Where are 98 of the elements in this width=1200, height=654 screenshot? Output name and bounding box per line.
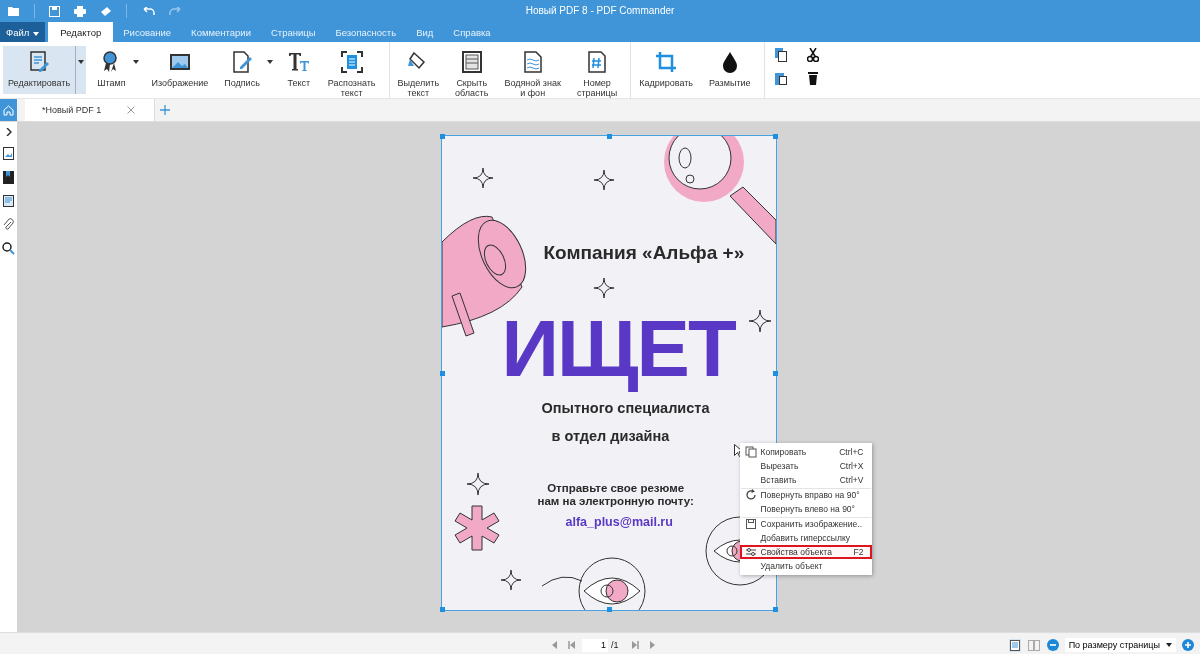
eye-drawing	[578, 557, 645, 610]
ribbon-button[interactable]: Подпись	[219, 46, 265, 94]
pen-document-icon	[230, 50, 255, 74]
zoom-dropdown[interactable]: По размеру страницы	[1064, 638, 1176, 652]
poster-heading: Компания «Альфа +»	[543, 242, 745, 264]
poster-subtitle: Опытного специалиста	[541, 400, 710, 416]
menu-item[interactable]: Добавить гиперссылку	[739, 531, 872, 545]
sparkle-icon	[593, 169, 614, 191]
shortcut-text: Ctrl+X	[839, 461, 864, 471]
ribbon-tab[interactable]: Редактор	[48, 22, 114, 42]
folder-icon[interactable]	[8, 6, 20, 16]
poster-text: Отправьте свое резюме нам на электронную почту:	[537, 482, 694, 508]
selection-handle[interactable]	[439, 607, 445, 612]
selection-handle[interactable]	[439, 134, 445, 139]
caret-icon	[1166, 643, 1172, 647]
skip-end-icon	[630, 641, 639, 649]
edit-document-icon	[27, 50, 52, 74]
plus-icon[interactable]	[160, 105, 170, 115]
scissors-icon[interactable]	[806, 48, 819, 62]
copy-icon	[744, 446, 757, 458]
shortcut-text: Ctrl+V	[839, 475, 864, 485]
caret-icon	[266, 60, 273, 64]
page-count-text: /1	[611, 640, 619, 650]
two-page-view-button[interactable]	[1026, 638, 1041, 652]
ribbon-button[interactable]: Распознать текст	[322, 46, 381, 94]
selection-handle[interactable]	[606, 134, 612, 139]
close-icon[interactable]	[127, 106, 136, 114]
ribbon-button[interactable]: Редактировать	[3, 46, 76, 94]
ribbon-button[interactable]: Кадрировать	[634, 46, 698, 94]
redact-area-icon	[459, 50, 484, 74]
menu-item[interactable]: Свойства объекта F2	[739, 545, 872, 559]
ribbon-button[interactable]: Текст	[280, 46, 317, 94]
scan-document-icon	[339, 50, 364, 74]
notes-icon[interactable]	[3, 195, 14, 207]
caret-icon	[78, 60, 85, 64]
email-text: alfa_plus@mail.ru	[565, 515, 673, 529]
zoom-in-icon[interactable]	[1182, 639, 1194, 651]
menu-item[interactable]: Удалить объект	[739, 559, 872, 573]
redo-icon[interactable]	[169, 6, 183, 16]
bookmark-icon[interactable]	[3, 171, 14, 184]
sparkle-icon	[472, 167, 493, 189]
shortcut-text: Ctrl+C	[839, 447, 864, 457]
selection-handle[interactable]	[439, 371, 445, 376]
file-menu-button[interactable]: Файл	[0, 22, 46, 42]
single-page-view-button[interactable]	[1008, 638, 1021, 652]
search-icon[interactable]	[2, 242, 15, 255]
selection-handle[interactable]	[772, 607, 778, 612]
triangle-right-icon	[647, 641, 656, 649]
chevron-right-icon[interactable]	[5, 128, 12, 136]
dropdown-button[interactable]	[75, 46, 87, 94]
zoom-out-icon[interactable]	[1046, 639, 1059, 651]
save-icon	[744, 517, 757, 530]
sparkle-icon	[466, 472, 489, 496]
window-title: Новый PDF 8 - PDF Commander	[525, 5, 675, 16]
home-button[interactable]	[0, 99, 17, 121]
curve-line	[541, 576, 582, 587]
sparkle-icon	[748, 309, 771, 333]
sparkle-icon	[500, 569, 521, 591]
menu-item[interactable]: Сохранить изображение..	[739, 517, 872, 531]
document-tab[interactable]: *Новый PDF 1	[25, 99, 155, 121]
ribbon-button[interactable]: Выделить текст	[392, 46, 445, 94]
caret-icon	[132, 60, 139, 64]
poster-subtitle: в отдел дизайна	[551, 428, 670, 444]
tab-label: *Новый PDF 1	[42, 105, 102, 115]
crop-icon	[654, 50, 679, 74]
menu-item[interactable]: Повернуть вправо на 90°	[739, 488, 872, 502]
text-size-icon	[286, 50, 311, 74]
selection-handle[interactable]	[606, 607, 612, 612]
triangle-left-icon	[551, 641, 559, 649]
thumbnails-icon[interactable]	[3, 147, 14, 160]
rotate-icon	[744, 488, 757, 501]
menu-item[interactable]: Вырезать Ctrl+X	[739, 459, 872, 473]
selection-handle[interactable]	[772, 371, 778, 376]
ribbon-button[interactable]: Изображение	[146, 46, 214, 94]
selection-handle[interactable]	[772, 134, 778, 139]
house-icon	[3, 104, 14, 116]
undo-icon[interactable]	[141, 6, 155, 16]
paperclip-icon[interactable]	[3, 218, 14, 231]
menu-item[interactable]: Копировать Ctrl+C	[739, 445, 872, 459]
shortcut-text: F2	[853, 547, 864, 557]
ribbon-button[interactable]: Штамп	[92, 46, 131, 94]
ribbon-button[interactable]: Скрыть область	[450, 46, 494, 94]
menu-item[interactable]: Повернуть влево на 90°	[739, 502, 872, 516]
print-icon[interactable]	[74, 5, 86, 17]
sliders-icon	[744, 546, 757, 558]
save-icon[interactable]	[49, 5, 60, 17]
page-number-icon	[585, 50, 609, 74]
ribbon-button[interactable]: Размытие	[704, 46, 756, 94]
menu-item[interactable]: Вставить Ctrl+V	[739, 473, 872, 487]
paste-icon[interactable]	[774, 71, 787, 85]
page-number-field[interactable]: 1	[582, 638, 608, 652]
skip-start-icon	[568, 641, 576, 649]
asterisk-drawing	[454, 505, 499, 551]
copy-icon[interactable]	[774, 48, 787, 62]
poster-headline: ИЩЕТ	[501, 304, 735, 394]
caret-icon	[33, 31, 40, 36]
sparkle-icon	[593, 277, 614, 299]
trash-icon[interactable]	[806, 71, 819, 85]
